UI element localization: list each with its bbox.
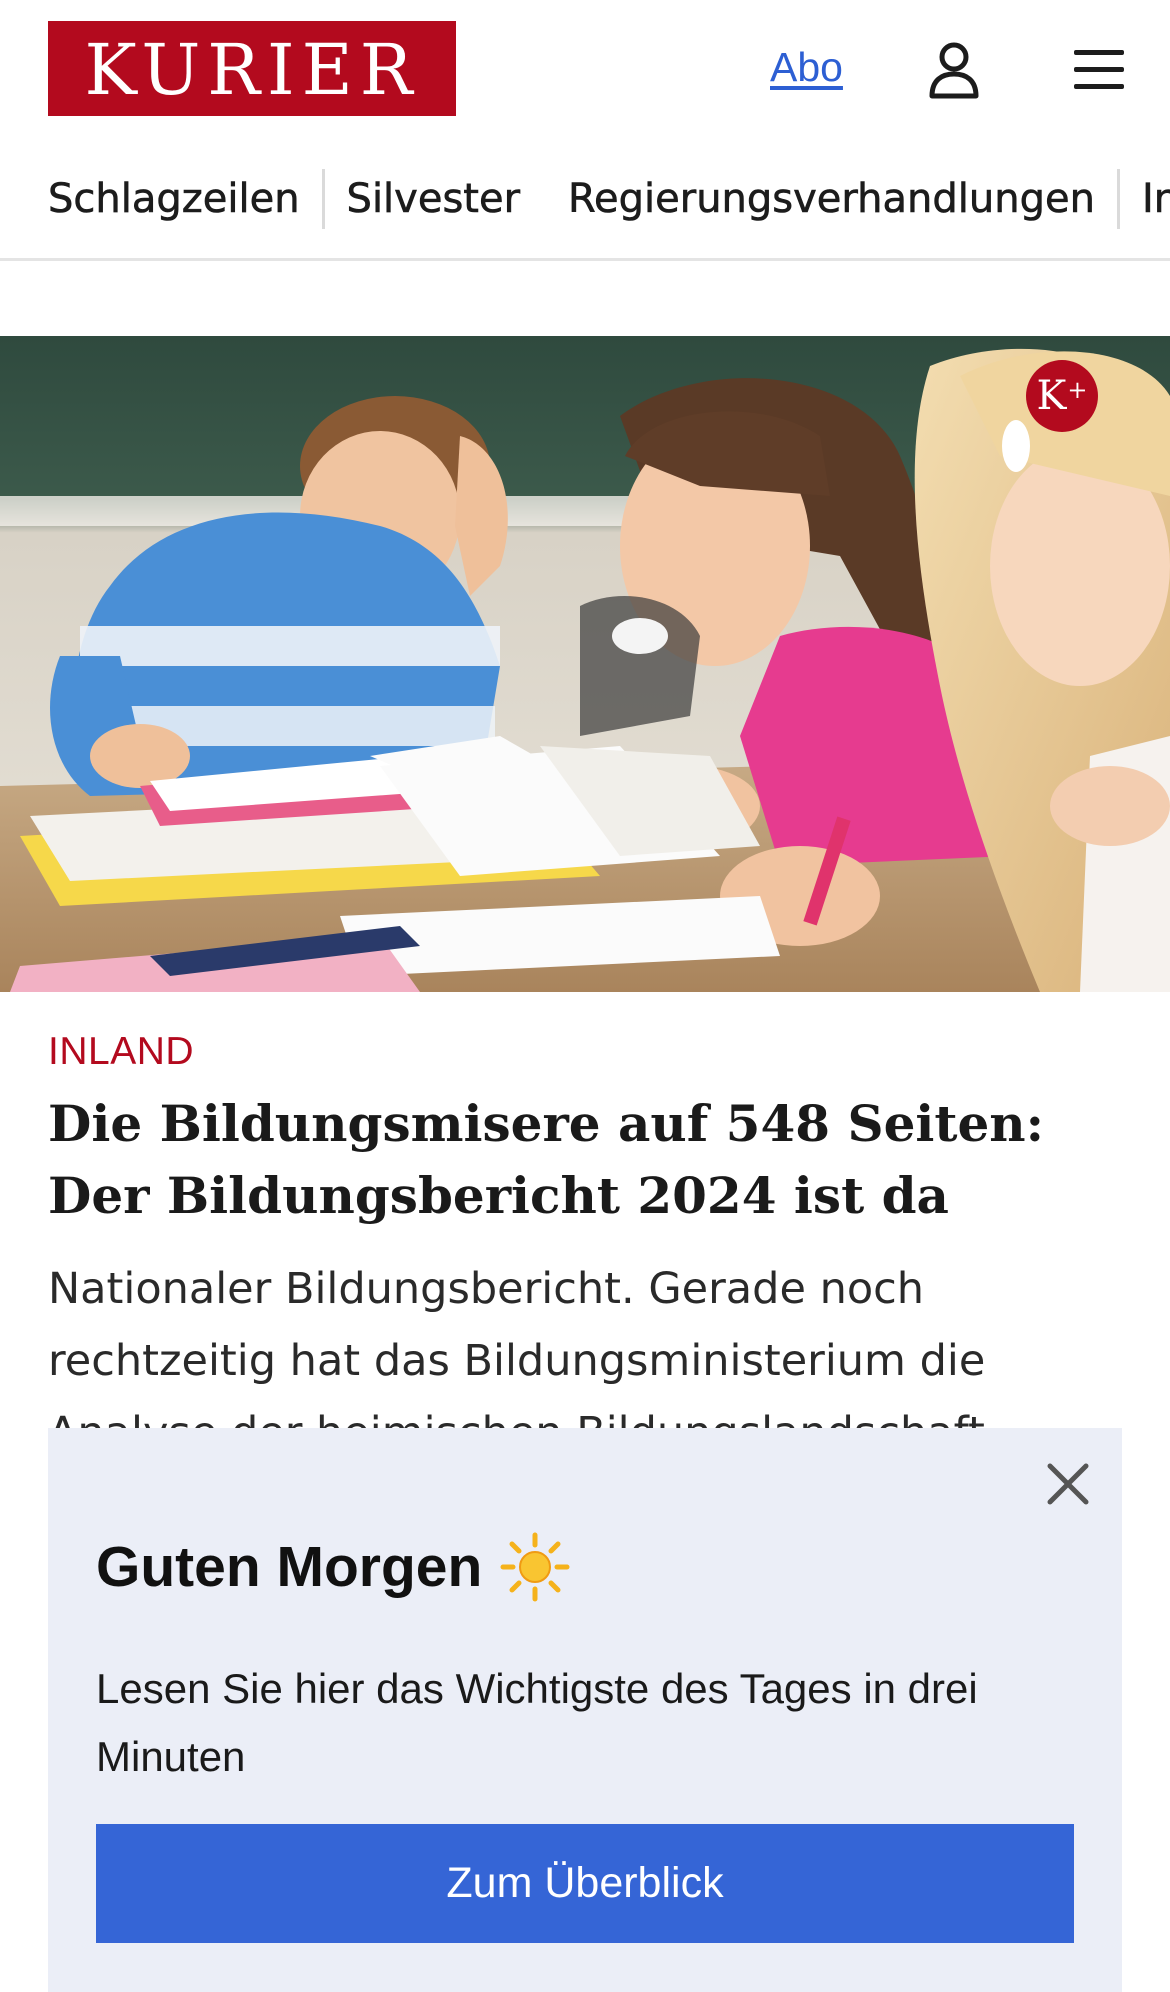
site-header: KURIER Abo <box>0 0 1170 140</box>
nav-item-inland[interactable]: Inla <box>1142 176 1170 223</box>
nav-item-regierungsverhandlungen[interactable]: Regierungsverhandlungen <box>568 176 1096 223</box>
kplus-plus: + <box>1067 376 1088 404</box>
hamburger-menu-icon <box>1074 50 1124 89</box>
topic-nav-track: Schlagzeilen Silvester Regierungsverhand… <box>48 140 1170 258</box>
nav-divider <box>1116 169 1120 229</box>
sun-icon <box>500 1532 570 1602</box>
user-account-button[interactable] <box>924 40 984 100</box>
close-icon <box>1047 1463 1089 1505</box>
overview-button[interactable]: Zum Überblick <box>96 1824 1074 1943</box>
nav-item-silvester[interactable]: Silvester <box>346 176 520 223</box>
kurier-logo[interactable]: KURIER <box>48 21 456 116</box>
article-hero-image[interactable] <box>0 336 1170 992</box>
topic-navigation: Schlagzeilen Silvester Regierungsverhand… <box>0 140 1170 261</box>
abo-link[interactable]: Abo <box>770 44 843 91</box>
user-icon <box>929 42 979 99</box>
popup-description: Lesen Sie hier das Wichtigste des Tages … <box>96 1665 978 1780</box>
article-category[interactable]: INLAND <box>48 1030 194 1074</box>
popup-close-button[interactable] <box>1040 1456 1096 1512</box>
popup-title-text: Guten Morgen <box>96 1535 483 1599</box>
classroom-photo <box>0 336 1170 992</box>
nav-item-schlagzeilen[interactable]: Schlagzeilen <box>48 176 300 223</box>
logo-text: KURIER <box>84 28 420 111</box>
article-headline[interactable]: Die Bildungsmisere auf 548 Seiten: Der B… <box>48 1088 1118 1232</box>
kurier-plus-badge: K + <box>1026 360 1098 432</box>
nav-divider <box>321 169 325 229</box>
popup-title: Guten Morgen <box>96 1532 570 1602</box>
menu-button[interactable] <box>1070 44 1128 96</box>
kplus-letter: K <box>1036 373 1067 419</box>
